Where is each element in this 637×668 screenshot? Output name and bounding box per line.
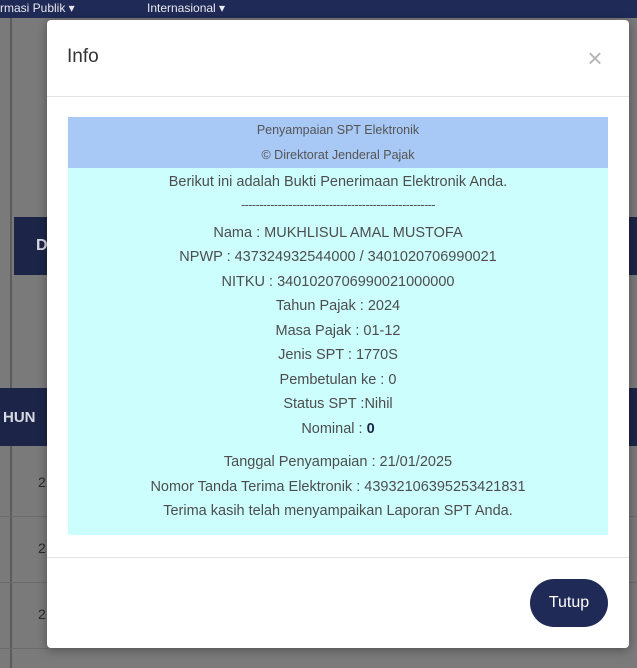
receipt-npwp: NPWP : 437324932544000 / 340102070699002…	[179, 249, 497, 265]
bg-table-header-label: HUN	[3, 408, 36, 426]
page-border	[10, 18, 12, 668]
modal-footer-divider	[47, 557, 629, 558]
bg-tab: D	[14, 217, 48, 275]
receipt-thanks: Terima kasih telah menyampaikan Laporan …	[163, 503, 513, 519]
receipt-nominal-label: Nominal :	[301, 421, 367, 437]
bg-row-divider	[0, 582, 48, 583]
receipt-intro: Berikut ini adalah Bukti Penerimaan Elek…	[168, 174, 508, 190]
receipt-nominal: Nominal : 0	[68, 421, 608, 437]
info-modal: Info × Penyampaian SPT Elektronik © Dire…	[47, 20, 629, 648]
nav-item-informasi-publik[interactable]: rmasi Publik ▾	[0, 1, 75, 15]
modal-header: Info ×	[47, 20, 629, 97]
bg-row-value: 2	[38, 474, 46, 490]
receipt-tahun-pajak: Tahun Pajak : 2024	[275, 298, 401, 314]
receipt-jenis-spt: Jenis SPT : 1770S	[278, 347, 398, 363]
receipt-tanggal: Tanggal Penyampaian : 21/01/2025	[223, 454, 453, 470]
bg-row-divider	[0, 648, 48, 649]
receipt-nama: Nama : MUKHLISUL AMAL MUSTOFA	[213, 225, 463, 241]
receipt-nomor-tanda-terima: Nomor Tanda Terima Elektronik : 43932106…	[150, 479, 526, 495]
tutup-button[interactable]: Tutup	[530, 579, 608, 627]
receipt-masa-pajak: Masa Pajak : 01-12	[275, 323, 401, 339]
top-navbar: rmasi Publik ▾ Internasional ▾	[0, 0, 637, 18]
close-icon[interactable]: ×	[583, 45, 607, 71]
receipt-separator: ----------------------------------------…	[240, 198, 436, 212]
receipt-header-title: Penyampaian SPT Elektronik	[256, 123, 420, 137]
receipt-pembetulan: Pembetulan ke : 0	[279, 372, 397, 388]
receipt-nitku: NITKU : 3401020706990021000000	[221, 274, 455, 290]
bg-row-value: 2	[38, 606, 46, 622]
nav-item-internasional[interactable]: Internasional ▾	[147, 1, 225, 15]
receipt-status-spt: Status SPT :Nihil	[283, 396, 393, 412]
bg-row-value: 2	[38, 540, 46, 556]
bg-tab-letter: D	[36, 237, 48, 254]
receipt-nominal-value: 0	[366, 421, 375, 437]
modal-title: Info	[67, 46, 99, 67]
receipt-box: Penyampaian SPT Elektronik © Direktorat …	[68, 117, 608, 535]
bg-table-header: HUN	[0, 388, 48, 446]
bg-row-divider	[0, 516, 48, 517]
receipt-header-copyright: © Direktorat Jenderal Pajak	[261, 148, 415, 162]
